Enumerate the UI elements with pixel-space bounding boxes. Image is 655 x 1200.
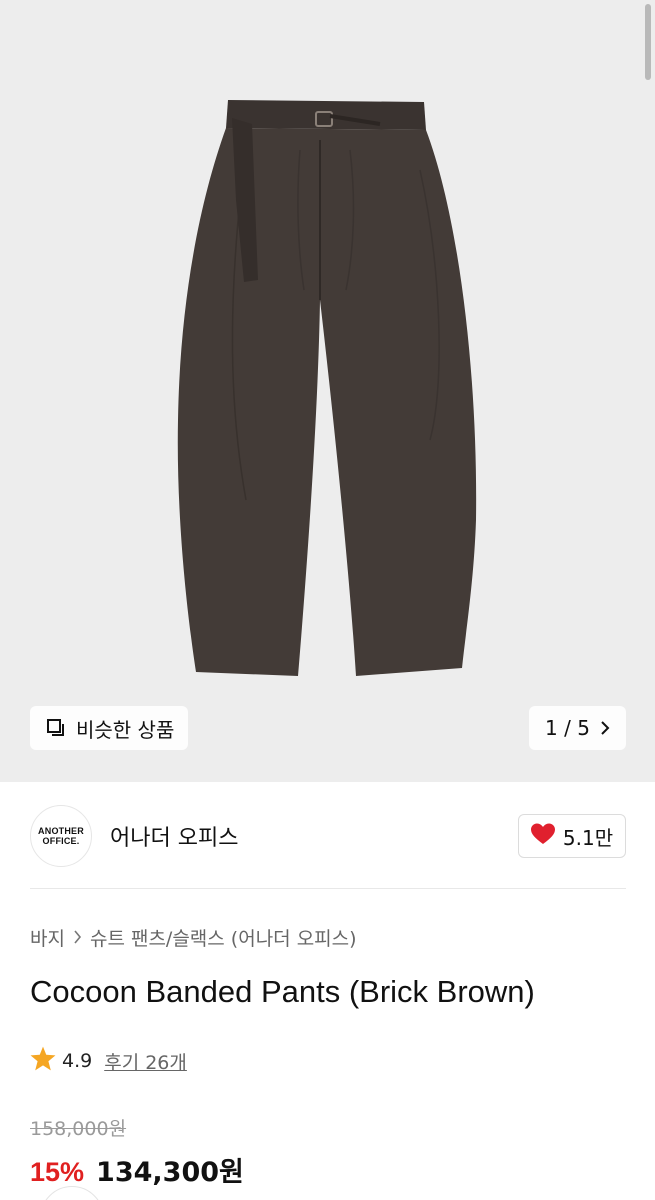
review-count-link[interactable]: 후기 26개 bbox=[104, 1048, 187, 1075]
brand-logo[interactable]: ANOTHER OFFICE. bbox=[30, 805, 92, 867]
brand-logo-line2: OFFICE. bbox=[42, 836, 80, 846]
breadcrumb: 바지 슈트 팬츠/슬랙스 (어나더 오피스) bbox=[30, 924, 357, 951]
original-price: 158,000원 bbox=[30, 1118, 127, 1140]
gallery-scrollbar[interactable] bbox=[645, 4, 651, 80]
product-photo-pants bbox=[177, 100, 477, 676]
rating-row: 4.9 후기 26개 bbox=[30, 1046, 187, 1076]
price-row: 15% 134,300원 bbox=[30, 1150, 244, 1189]
rating-value: 4.9 bbox=[62, 1050, 93, 1072]
heart-icon bbox=[530, 823, 555, 850]
product-image-gallery[interactable]: 비슷한 상품 1 / 5 bbox=[0, 0, 655, 782]
chevron-right-icon bbox=[600, 716, 610, 740]
brand-name-link[interactable]: 어나더 오피스 bbox=[110, 820, 238, 852]
similar-products-label: 비슷한 상품 bbox=[76, 717, 175, 742]
breadcrumb-subcategory[interactable]: 슈트 팬츠/슬랙스 (어나더 오피스) bbox=[90, 924, 357, 951]
copy-icon bbox=[46, 717, 68, 739]
chevron-right-icon bbox=[73, 927, 82, 949]
brand-logo-line1: ANOTHER bbox=[38, 826, 84, 836]
like-button[interactable]: 5.1만 bbox=[518, 814, 626, 858]
pager-label: 1 / 5 bbox=[545, 716, 590, 740]
discount-rate: 15% bbox=[30, 1157, 85, 1187]
like-count: 5.1만 bbox=[562, 825, 614, 850]
similar-products-button[interactable]: 비슷한 상품 bbox=[30, 706, 189, 750]
brand-row: ANOTHER OFFICE. 어나더 오피스 5.1만 bbox=[30, 805, 626, 867]
star-icon bbox=[30, 1046, 56, 1076]
breadcrumb-category[interactable]: 바지 bbox=[30, 924, 65, 951]
product-title: Cocoon Banded Pants (Brick Brown) bbox=[30, 974, 535, 1009]
image-pager-button[interactable]: 1 / 5 bbox=[529, 706, 626, 750]
sale-price: 134,300원 bbox=[96, 1157, 244, 1188]
divider bbox=[30, 888, 626, 889]
